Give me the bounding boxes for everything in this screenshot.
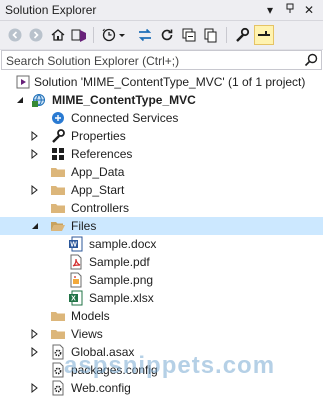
- tree-item-properties[interactable]: Properties: [0, 127, 323, 145]
- solution-label: Solution 'MIME_ContentType_MVC' (1 of 1 …: [34, 75, 306, 89]
- collapse-all-icon[interactable]: [180, 26, 198, 44]
- tree-item-app-data[interactable]: App_Data: [0, 163, 323, 181]
- sync-icon[interactable]: [136, 26, 154, 44]
- svg-text:X: X: [71, 296, 76, 303]
- svg-text:W: W: [70, 242, 77, 249]
- references-icon: [50, 146, 66, 162]
- collapsed-arrow-icon[interactable]: [28, 380, 42, 396]
- collapsed-arrow-icon[interactable]: [28, 146, 42, 162]
- excel-spreadsheet-icon: X: [68, 290, 84, 306]
- pdf-file-icon: [68, 254, 84, 270]
- tree-item-label: Controllers: [71, 201, 130, 215]
- preview-selected-icon[interactable]: [254, 25, 274, 45]
- tree-item-controllers[interactable]: Controllers: [0, 199, 323, 217]
- expanded-arrow-icon[interactable]: [28, 218, 42, 234]
- tree-item-sample-png[interactable]: Sample.png: [0, 271, 323, 289]
- vs-switch-views-icon[interactable]: [70, 26, 88, 44]
- tree-item-label: App_Data: [71, 165, 125, 179]
- tree-item-solution[interactable]: Solution 'MIME_ContentType_MVC' (1 of 1 …: [0, 73, 323, 91]
- tree-item-label: Sample.png: [89, 273, 154, 287]
- word-document-icon: W: [68, 236, 84, 252]
- web-project-icon: [31, 92, 47, 108]
- toolbar: [0, 21, 323, 50]
- search-input[interactable]: Search Solution Explorer (Ctrl+;): [6, 54, 179, 68]
- tree-item-label: sample.docx: [89, 237, 157, 251]
- tree-item-sample-xlsx[interactable]: X Sample.xlsx: [0, 289, 323, 307]
- properties-wrench-icon[interactable]: [233, 26, 251, 44]
- forward-icon[interactable]: [27, 26, 45, 44]
- tree-item-label: Models: [71, 309, 110, 323]
- folder-icon: [50, 326, 66, 342]
- solution-icon: [15, 74, 31, 90]
- home-icon[interactable]: [49, 26, 67, 44]
- project-label: MIME_ContentType_MVC: [52, 93, 196, 107]
- folder-icon: [50, 182, 66, 198]
- tree-item-models[interactable]: Models: [0, 307, 323, 325]
- collapsed-arrow-icon[interactable]: [28, 128, 42, 144]
- tree-item-label: App_Start: [71, 183, 125, 197]
- watermark: aspsnippets.com: [64, 352, 276, 379]
- folder-icon: [50, 164, 66, 180]
- tree-item-label: Web.config: [71, 381, 131, 395]
- folder-icon: [50, 200, 66, 216]
- pending-changes-filter-icon[interactable]: [100, 26, 118, 44]
- back-icon[interactable]: [6, 26, 24, 44]
- folder-icon: [50, 308, 66, 324]
- solution-tree: Solution 'MIME_ContentType_MVC' (1 of 1 …: [0, 70, 323, 400]
- tree-item-references[interactable]: References: [0, 145, 323, 163]
- collapsed-arrow-icon[interactable]: [28, 326, 42, 342]
- image-file-icon: [68, 272, 84, 288]
- title-bar: Solution Explorer ▾ ✕: [0, 0, 323, 21]
- collapsed-arrow-icon[interactable]: [28, 344, 42, 360]
- wrench-icon: [50, 128, 66, 144]
- tree-item-label: Sample.xlsx: [89, 291, 154, 305]
- tree-item-app-start[interactable]: App_Start: [0, 181, 323, 199]
- tree-item-label: References: [71, 147, 133, 161]
- tree-item-label: Views: [71, 327, 103, 341]
- show-all-files-icon[interactable]: [202, 26, 220, 44]
- tree-item-web-config[interactable]: Web.config: [0, 379, 323, 397]
- tree-item-label: Files: [71, 219, 97, 233]
- window-title: Solution Explorer: [5, 3, 97, 17]
- expanded-arrow-icon[interactable]: [13, 92, 27, 108]
- search-icon[interactable]: [303, 52, 319, 68]
- tree-item-files[interactable]: Files: [0, 217, 323, 235]
- open-folder-icon: [50, 218, 66, 234]
- tree-item-sample-docx[interactable]: W sample.docx: [0, 235, 323, 253]
- auto-hide-pin-icon[interactable]: [282, 2, 298, 18]
- toolbar-separator: [226, 27, 227, 43]
- toolbar-separator: [93, 27, 94, 43]
- tree-item-views[interactable]: Views: [0, 325, 323, 343]
- tree-item-label: Properties: [71, 129, 126, 143]
- window-position-dropdown-icon[interactable]: ▾: [262, 2, 278, 18]
- tree-item-label: Sample.pdf: [89, 255, 150, 269]
- refresh-icon[interactable]: [158, 26, 176, 44]
- close-icon[interactable]: ✕: [301, 2, 317, 18]
- search-box[interactable]: Search Solution Explorer (Ctrl+;): [1, 50, 322, 70]
- tree-item-label: Connected Services: [71, 111, 179, 125]
- tree-item-project[interactable]: MIME_ContentType_MVC: [0, 91, 323, 109]
- collapsed-arrow-icon[interactable]: [28, 182, 42, 198]
- dropdown-arrow-icon[interactable]: [118, 26, 126, 44]
- tree-item-sample-pdf[interactable]: Sample.pdf: [0, 253, 323, 271]
- config-file-icon: [50, 380, 66, 396]
- connected-services-icon: [50, 110, 66, 126]
- tree-item-connected-services[interactable]: Connected Services: [0, 109, 323, 127]
